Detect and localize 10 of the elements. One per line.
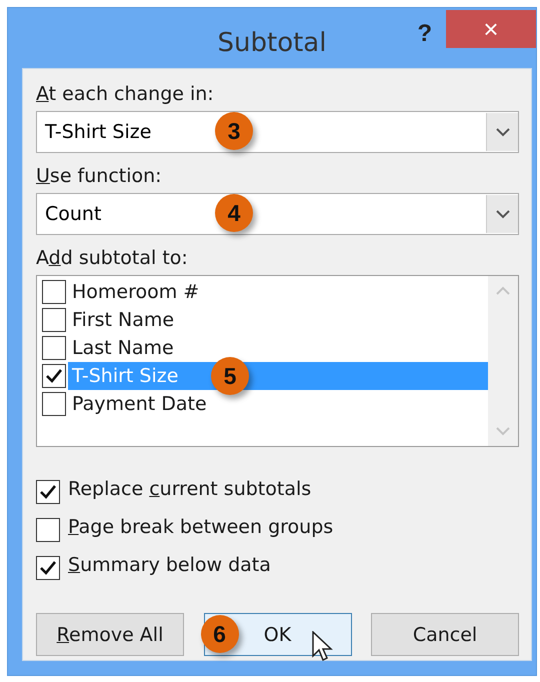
checkbox-label: Page break between groups — [68, 516, 334, 538]
field-label: At each change in: — [36, 83, 215, 105]
step-callout: 4 — [215, 194, 253, 232]
step-callout: 3 — [215, 112, 253, 150]
field-label: Add subtotal to: — [36, 247, 189, 269]
step-callout: 5 — [211, 357, 249, 395]
checkbox-label: Replace current subtotals — [68, 478, 312, 500]
field-label: Use function: — [36, 165, 163, 187]
window-title: Subtotal — [218, 28, 326, 58]
checkbox-label: Summary below data — [68, 554, 271, 576]
